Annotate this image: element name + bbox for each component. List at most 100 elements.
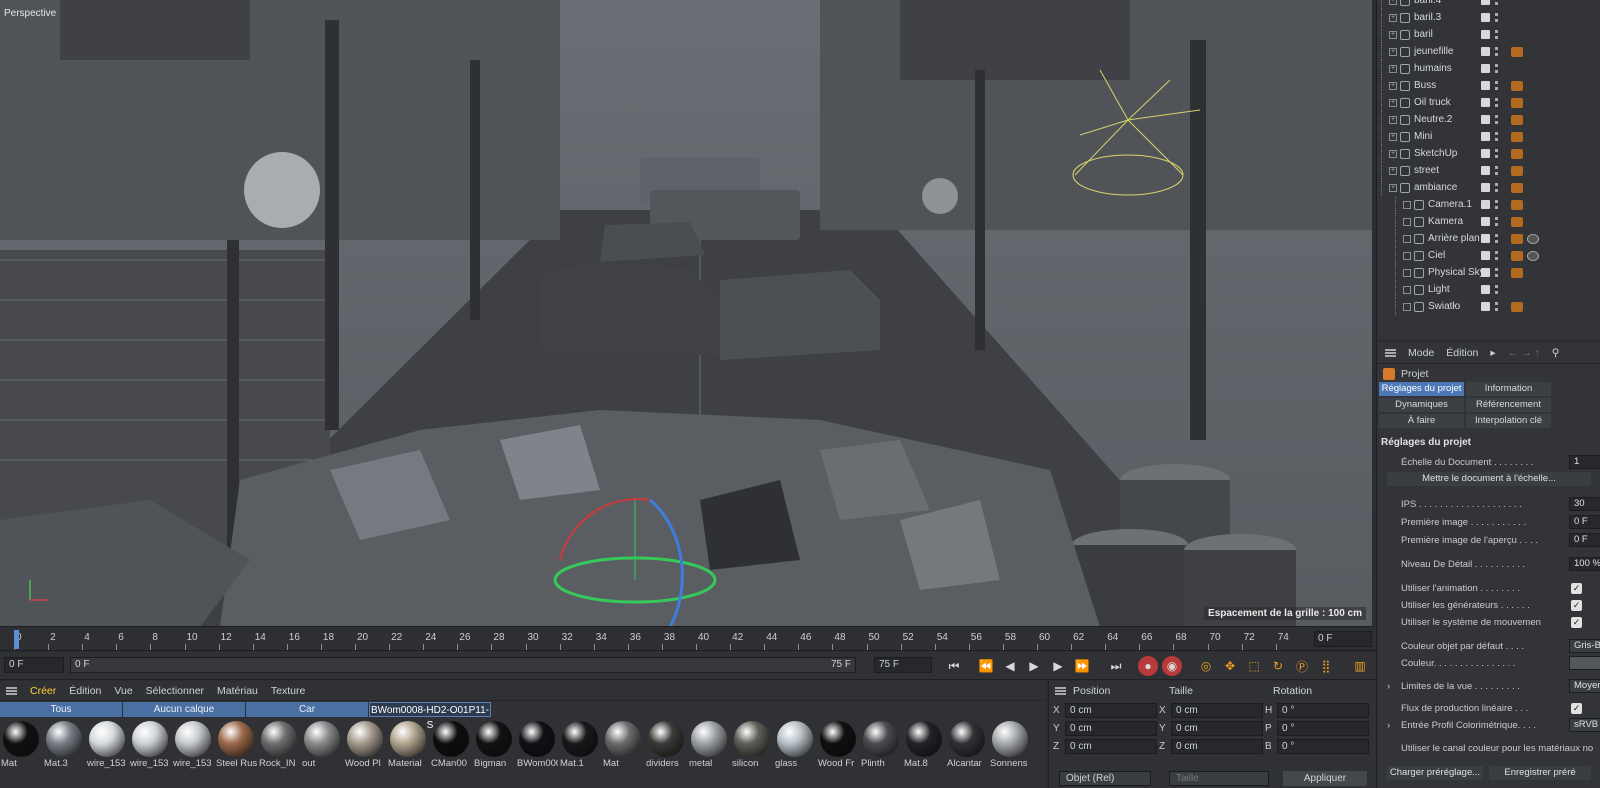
- expand-icon[interactable]: +: [1389, 98, 1397, 107]
- ips-field[interactable]: 30: [1569, 497, 1600, 511]
- expand-icon[interactable]: +: [1389, 0, 1397, 5]
- object-row[interactable]: Kamera: [1377, 213, 1600, 230]
- rot-p-field[interactable]: 0 °: [1277, 720, 1369, 736]
- timeline-ruler[interactable]: 0246810121416182022242628303234363840424…: [0, 628, 1376, 651]
- object-name[interactable]: Camera.1: [1428, 199, 1523, 210]
- tag-icon[interactable]: [1511, 233, 1523, 244]
- material-item[interactable]: BWom0008: [516, 719, 558, 788]
- edit-toggle-icon[interactable]: [1481, 200, 1490, 209]
- object-row[interactable]: + humains: [1377, 60, 1600, 77]
- material-item[interactable]: glass: [774, 719, 816, 788]
- save-preset-button[interactable]: Enregistrer préré: [1489, 766, 1591, 780]
- material-item[interactable]: Material: [387, 719, 429, 788]
- next-frame-icon[interactable]: ▶: [1048, 656, 1068, 676]
- material-item[interactable]: Alcantar: [946, 719, 988, 788]
- tag-icon[interactable]: [1511, 131, 1523, 142]
- tag-icon[interactable]: [1511, 301, 1523, 312]
- visibility-dots-icon[interactable]: [1495, 234, 1498, 243]
- record-icon[interactable]: ●: [1138, 656, 1158, 676]
- object-row[interactable]: + Oil truck: [1377, 94, 1600, 111]
- tag-icon[interactable]: [1511, 165, 1523, 176]
- keyframe-selection-icon[interactable]: ◎: [1196, 656, 1216, 676]
- object-row[interactable]: + jeunefille: [1377, 43, 1600, 60]
- material-item[interactable]: wire_153: [172, 719, 214, 788]
- 3d-viewport[interactable]: Perspective Espacement de la grille : 10…: [0, 0, 1372, 627]
- tag-icon[interactable]: [1511, 182, 1523, 193]
- position-key-icon[interactable]: ✥: [1220, 656, 1240, 676]
- rot-b-field[interactable]: 0 °: [1277, 738, 1369, 754]
- point-level-icon[interactable]: ⣿: [1316, 656, 1336, 676]
- autokey-icon[interactable]: ◉: [1162, 656, 1182, 676]
- material-item[interactable]: Rock_IN: [258, 719, 300, 788]
- edit-toggle-icon[interactable]: [1481, 98, 1490, 107]
- motion-checkbox[interactable]: ✓: [1571, 616, 1582, 628]
- detail-field[interactable]: 100 %: [1569, 557, 1600, 571]
- visibility-dots-icon[interactable]: [1495, 132, 1498, 141]
- object-name[interactable]: Physical Sky: [1428, 267, 1523, 278]
- menu-icon[interactable]: [1055, 687, 1066, 695]
- edit-toggle-icon[interactable]: [1481, 166, 1490, 175]
- menu-icon[interactable]: [6, 686, 17, 695]
- visibility-dots-icon[interactable]: [1495, 268, 1498, 277]
- material-item[interactable]: Mat: [0, 719, 42, 788]
- visibility-dots-icon[interactable]: [1495, 81, 1498, 90]
- profile-dropdown[interactable]: sRVB: [1569, 718, 1600, 732]
- playhead[interactable]: [14, 630, 19, 649]
- rot-h-field[interactable]: 0 °: [1277, 702, 1369, 718]
- object-row[interactable]: Ciel: [1377, 247, 1600, 264]
- object-row[interactable]: Physical Sky: [1377, 264, 1600, 281]
- visibility-dots-icon[interactable]: [1495, 13, 1498, 22]
- size-x-field[interactable]: 0 cm: [1171, 702, 1263, 718]
- expand-icon[interactable]: [1403, 302, 1411, 311]
- layer-tab-aucun[interactable]: Aucun calque: [123, 702, 245, 717]
- object-row[interactable]: + Mini: [1377, 128, 1600, 145]
- material-item[interactable]: silicon: [731, 719, 773, 788]
- expand-icon[interactable]: +: [1389, 132, 1397, 141]
- object-row[interactable]: Light: [1377, 281, 1600, 298]
- layer-tab-car[interactable]: Car: [246, 702, 368, 717]
- go-to-start-icon[interactable]: ⏮: [944, 656, 964, 676]
- size-z-field[interactable]: 0 cm: [1171, 738, 1263, 754]
- object-row[interactable]: Arrière plan: [1377, 230, 1600, 247]
- tag-icon[interactable]: [1511, 114, 1523, 125]
- tab-information[interactable]: Information: [1466, 382, 1551, 396]
- visibility-dots-icon[interactable]: [1495, 302, 1498, 311]
- pos-y-field[interactable]: 0 cm: [1065, 720, 1157, 736]
- scale-document-button[interactable]: Mettre le document à l'échelle...: [1387, 472, 1591, 486]
- edit-toggle-icon[interactable]: [1481, 115, 1490, 124]
- object-row[interactable]: + Buss: [1377, 77, 1600, 94]
- visibility-dots-icon[interactable]: [1495, 98, 1498, 107]
- expand-icon[interactable]: +: [1389, 166, 1397, 175]
- material-item[interactable]: Wood Fr: [817, 719, 859, 788]
- material-item[interactable]: out: [301, 719, 343, 788]
- material-item[interactable]: metal: [688, 719, 730, 788]
- material-item[interactable]: Mat.1: [559, 719, 601, 788]
- material-item[interactable]: Sonnens: [989, 719, 1031, 788]
- edit-toggle-icon[interactable]: [1481, 47, 1490, 56]
- rotation-key-icon[interactable]: ↻: [1268, 656, 1288, 676]
- mode-menu[interactable]: Mode: [1408, 347, 1434, 359]
- object-row[interactable]: Camera.1: [1377, 196, 1600, 213]
- expand-icon[interactable]: +: [1389, 30, 1397, 39]
- material-item[interactable]: Plinth: [860, 719, 902, 788]
- visibility-dots-icon[interactable]: [1495, 200, 1498, 209]
- object-row[interactable]: + ambiance: [1377, 179, 1600, 196]
- material-item[interactable]: CMan00: [430, 719, 472, 788]
- object-row[interactable]: + baril.4: [1377, 0, 1600, 9]
- expand-icon[interactable]: [1403, 285, 1411, 294]
- apply-button[interactable]: Appliquer: [1283, 771, 1367, 786]
- menu-icon[interactable]: [1385, 348, 1396, 357]
- material-item[interactable]: wire_153: [129, 719, 171, 788]
- apercu-field[interactable]: 0 F: [1569, 533, 1600, 547]
- object-row[interactable]: + baril.3: [1377, 9, 1600, 26]
- tab-a-faire[interactable]: À faire: [1379, 414, 1464, 428]
- edit-toggle-icon[interactable]: [1481, 30, 1490, 39]
- material-item[interactable]: Mat.8: [903, 719, 945, 788]
- play-icon[interactable]: ▶: [1024, 656, 1044, 676]
- material-item[interactable]: Mat: [602, 719, 644, 788]
- animation-checkbox[interactable]: ✓: [1571, 582, 1582, 594]
- edit-toggle-icon[interactable]: [1481, 0, 1490, 5]
- object-name[interactable]: Światło: [1428, 301, 1523, 312]
- tag-icon[interactable]: [1511, 199, 1523, 210]
- visibility-dots-icon[interactable]: [1495, 166, 1498, 175]
